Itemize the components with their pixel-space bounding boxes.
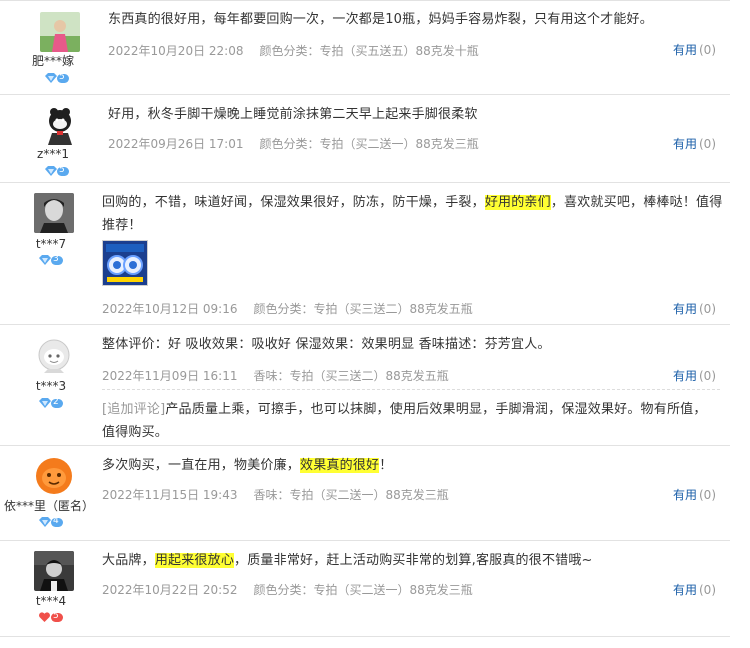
helpful-count: (0) [699, 302, 716, 316]
helpful-count: (0) [699, 43, 716, 57]
review-meta: 2022年10月20日 22:08 颜色分类：专拍（买五送五）88克发十瓶 [108, 42, 479, 59]
helpful-vote: 有用 (0) [673, 135, 716, 152]
helpful-count: (0) [699, 137, 716, 151]
review-item: z***1 5 好用，秋冬手脚干燥晚上睡觉前涂抹第二天早上起来手脚很柔软 202… [0, 95, 730, 183]
helpful-count: (0) [699, 488, 716, 502]
vip-badge: 5 [44, 72, 70, 84]
review-date: 2022年11月15日 19:43 [102, 488, 238, 502]
vip-level: 3 [53, 254, 59, 264]
highlighted-phrase: 好用的亲们 [484, 195, 551, 210]
avatar[interactable] [34, 337, 74, 377]
avatar[interactable] [34, 456, 74, 496]
review-item: 肥***嫁 5 东西真的很好用，每年都要回购一次，一次都是10瓶，妈妈手容易炸裂… [0, 0, 730, 95]
vip-level: 4 [53, 516, 59, 526]
review-item: t***3 2 整体评价：好 吸收效果：吸收好 保湿效果：效果明显 香味描述：芬… [0, 325, 730, 446]
review-meta: 2022年11月09日 16:11 香味：专拍（买三送二）88克发五瓶 [102, 367, 449, 384]
append-text: 产品质量上乘，可擦手，也可以抹脚，使用后效果明显，手脚滑润，保湿效果好。物有所值… [102, 402, 707, 440]
username[interactable]: t***4 [0, 594, 104, 608]
review-text: 好用，秋冬手脚干燥晚上睡觉前涂抹第二天早上起来手脚很柔软 [108, 107, 478, 122]
helpful-vote: 有用 (0) [673, 300, 716, 317]
helpful-vote: 有用 (0) [673, 41, 716, 58]
sku-info: 颜色分类：专拍（买五送五）88克发十瓶 [259, 44, 479, 58]
review-item: t***4 5 大品牌，用起来很放心，质量非常好，赶上活动购买非常的划算,客服真… [0, 541, 730, 637]
helpful-vote: 有用 (0) [673, 367, 716, 384]
vip-badge: 5 [38, 611, 64, 623]
review-photo[interactable] [102, 240, 148, 286]
vip-badge: 2 [38, 397, 64, 409]
review-date: 2022年09月26日 17:01 [108, 137, 244, 151]
review-meta: 2022年10月22日 20:52 颜色分类：专拍（买二送一）88克发三瓶 [102, 581, 473, 598]
helpful-count: (0) [699, 369, 716, 383]
review-text-part: 多次购买，一直在用，物美价廉， [102, 458, 301, 473]
sku-info: 颜色分类：专拍（买三送二）88克发五瓶 [253, 302, 473, 316]
vip-badge: 3 [38, 254, 64, 266]
review-meta: 2022年11月15日 19:43 香味：专拍（买二送一）88克发三瓶 [102, 486, 449, 503]
highlighted-phrase: 用起来很放心 [154, 553, 235, 568]
vip-level: 5 [53, 611, 59, 621]
avatar[interactable] [34, 551, 74, 591]
helpful-count: (0) [699, 583, 716, 597]
vip-level: 5 [59, 165, 65, 175]
review-item: t***7 3 回购的，不错，味道好闻，保湿效果很好，防冻，防干燥，手裂，好用的… [0, 183, 730, 325]
review-text: 回购的，不错，味道好闻，保湿效果很好，防冻，防干燥，手裂，好用的亲们，喜欢就买吧… [102, 191, 724, 237]
review-date: 2022年10月22日 20:52 [102, 583, 238, 597]
username[interactable]: t***3 [0, 379, 104, 393]
review-text: 东西真的很好用，每年都要回购一次，一次都是10瓶，妈妈手容易炸裂，只有用这个才能… [108, 12, 653, 27]
helpful-button[interactable]: 有用 [673, 302, 697, 316]
review-item: 依***里（匿名） 4 多次购买，一直在用，物美价廉，效果真的很好！ 2022年… [0, 446, 730, 541]
review-date: 2022年10月20日 22:08 [108, 44, 244, 58]
sku-info: 颜色分类：专拍（买二送一）88克发三瓶 [259, 137, 479, 151]
helpful-button[interactable]: 有用 [673, 583, 697, 597]
review-text-part: 大品牌， [102, 553, 155, 568]
avatar[interactable] [34, 193, 74, 233]
username[interactable]: 肥***嫁 [0, 54, 106, 68]
helpful-button[interactable]: 有用 [673, 369, 697, 383]
review-text: 整体评价：好 吸收效果：吸收好 保湿效果：效果明显 香味描述：芬芳宜人。 [102, 337, 551, 352]
review-text-part: ，质量非常好，赶上活动购买非常的划算,客服真的很不错哦~ [234, 553, 593, 568]
review-date: 2022年11月09日 16:11 [102, 369, 238, 383]
review-text: 大品牌，用起来很放心，质量非常好，赶上活动购买非常的划算,客服真的很不错哦~ [102, 549, 724, 572]
helpful-vote: 有用 (0) [673, 581, 716, 598]
review-text-part: 回购的，不错，味道好闻，保湿效果很好，防冻，防干燥，手裂， [102, 195, 485, 210]
vip-level: 5 [59, 72, 65, 82]
avatar[interactable] [40, 12, 80, 52]
sku-info: 香味：专拍（买二送一）88克发三瓶 [253, 488, 449, 502]
vip-badge: 5 [44, 165, 70, 177]
review-text-part: ！ [379, 458, 393, 473]
vip-level: 2 [53, 397, 59, 407]
helpful-button[interactable]: 有用 [673, 488, 697, 502]
username[interactable]: z***1 [0, 147, 106, 161]
username[interactable]: t***7 [0, 237, 104, 251]
helpful-button[interactable]: 有用 [673, 137, 697, 151]
review-meta: 2022年10月12日 09:16 颜色分类：专拍（买三送二）88克发五瓶 [102, 300, 473, 317]
review-meta: 2022年09月26日 17:01 颜色分类：专拍（买二送一）88克发三瓶 [108, 135, 479, 152]
avatar[interactable] [40, 105, 80, 145]
review-date: 2022年10月12日 09:16 [102, 302, 238, 316]
append-divider [102, 389, 720, 390]
username[interactable]: 依***里（匿名） [0, 499, 102, 513]
vip-badge: 4 [38, 516, 64, 528]
append-tag: [追加评论] [102, 402, 166, 417]
sku-info: 香味：专拍（买三送二）88克发五瓶 [253, 369, 449, 383]
helpful-vote: 有用 (0) [673, 486, 716, 503]
append-review: [追加评论]产品质量上乘，可擦手，也可以抹脚，使用后效果明显，手脚滑润，保湿效果… [102, 398, 718, 444]
sku-info: 颜色分类：专拍（买二送一）88克发三瓶 [253, 583, 473, 597]
review-text: 多次购买，一直在用，物美价廉，效果真的很好！ [102, 454, 724, 477]
helpful-button[interactable]: 有用 [673, 43, 697, 57]
highlighted-phrase: 效果真的很好 [300, 458, 380, 473]
